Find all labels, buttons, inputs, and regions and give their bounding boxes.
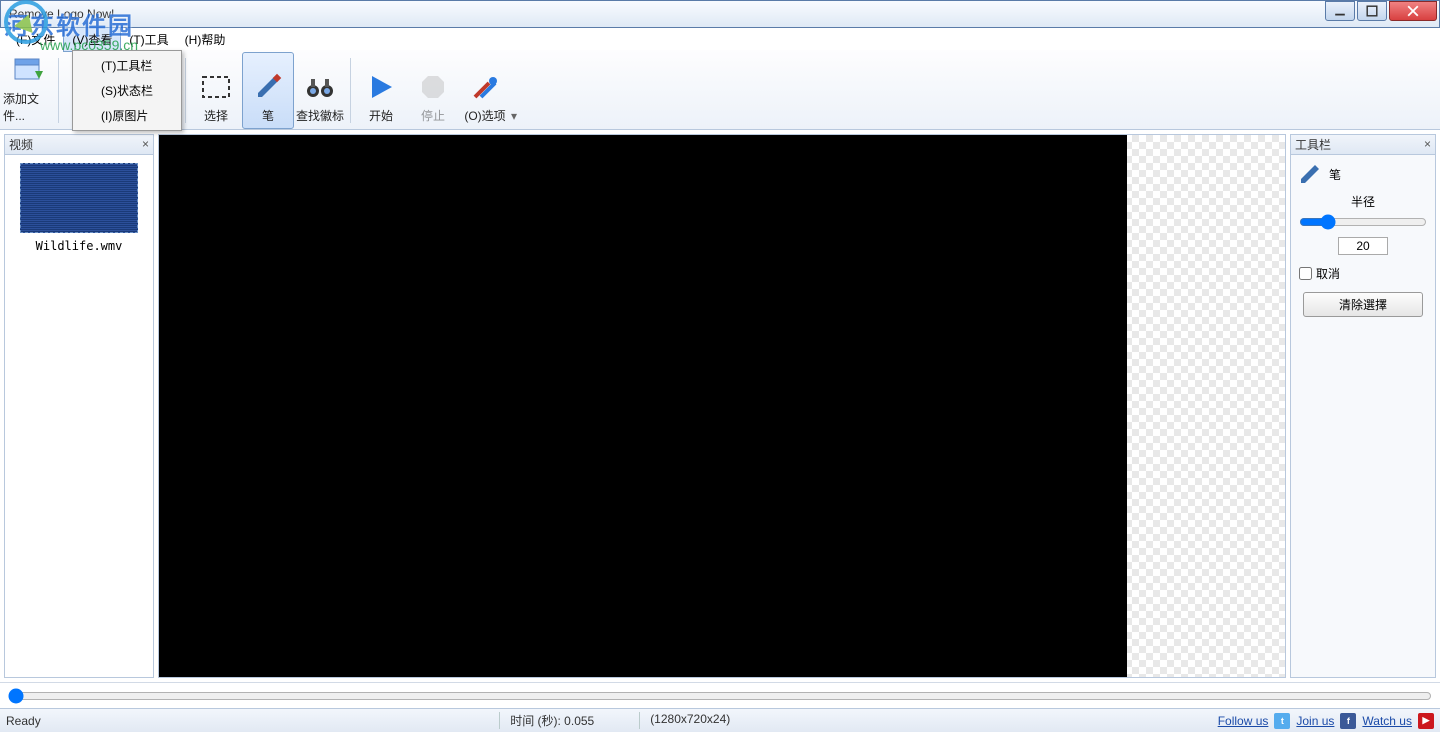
status-dimensions: (1280x720x24) — [639, 712, 759, 729]
panel-close-icon[interactable]: × — [1424, 137, 1431, 151]
stop-button: 停止 — [407, 52, 459, 129]
toolbar-separator — [185, 58, 186, 123]
tool-panel-header: 工具栏 × — [1291, 135, 1435, 155]
dropdown-item-toolbar[interactable]: (T)工具栏 — [75, 53, 179, 78]
menu-view-dropdown: (T)工具栏 (S)状态栏 (I)原图片 — [72, 50, 182, 131]
add-file-icon — [12, 54, 44, 86]
menu-file[interactable]: (F)文件 — [8, 28, 63, 51]
window-title: Remove Logo Now! — [9, 7, 114, 21]
seek-slider[interactable] — [8, 688, 1432, 704]
window-titlebar: Remove Logo Now! — [0, 0, 1440, 28]
close-button[interactable] — [1389, 1, 1437, 21]
select-marquee-button[interactable]: 选择 — [190, 52, 242, 129]
toolbar-panel: 工具栏 × 笔 半径 取消 清除選擇 — [1290, 134, 1436, 678]
dropdown-item-statusbar[interactable]: (S)状态栏 — [75, 78, 179, 103]
pen-icon — [1299, 163, 1321, 185]
youtube-icon[interactable]: ▶ — [1418, 713, 1434, 729]
tools-icon — [469, 71, 501, 103]
video-filename: Wildlife.wmv — [13, 239, 145, 253]
status-time: 时间 (秒): 0.055 — [499, 712, 619, 729]
toolbar-separator — [58, 58, 59, 123]
seek-bar-row — [0, 682, 1440, 708]
pen-icon — [252, 71, 284, 103]
stop-icon — [417, 71, 449, 103]
video-frame — [159, 135, 1127, 677]
pen-tool-label: 笔 — [1329, 166, 1341, 183]
menu-help[interactable]: (H)帮助 — [177, 28, 234, 51]
statusbar: Ready 时间 (秒): 0.055 (1280x720x24) Follow… — [0, 708, 1440, 732]
cancel-label: 取消 — [1316, 265, 1340, 282]
options-button[interactable]: (O)选项 — [459, 52, 511, 129]
pen-tool-button[interactable]: 笔 — [242, 52, 294, 129]
video-list-panel: 视频 × Wildlife.wmv — [4, 134, 154, 678]
radius-label: 半径 — [1299, 193, 1427, 210]
marquee-icon — [200, 71, 232, 103]
binoculars-icon — [304, 71, 336, 103]
start-button[interactable]: 开始 — [355, 52, 407, 129]
cancel-checkbox[interactable] — [1299, 267, 1312, 280]
menu-tools[interactable]: (T)工具 — [121, 28, 176, 51]
minimize-button[interactable] — [1325, 1, 1355, 21]
panel-close-icon[interactable]: × — [142, 137, 149, 151]
clear-selection-button[interactable]: 清除選擇 — [1303, 292, 1423, 317]
video-panel-header: 视频 × — [5, 135, 153, 155]
menu-view[interactable]: (V)查看 — [63, 27, 121, 52]
main-toolbar: 添加文件... 常 (O)放小 选择 笔 查找徽标 — [0, 50, 1440, 130]
join-us-link[interactable]: Join us — [1296, 714, 1334, 728]
watch-us-link[interactable]: Watch us — [1362, 714, 1412, 728]
radius-input[interactable] — [1338, 237, 1388, 255]
twitter-icon[interactable]: t — [1274, 713, 1290, 729]
add-file-button[interactable]: 添加文件... — [2, 52, 54, 129]
video-thumbnail[interactable] — [20, 163, 138, 233]
menubar: (F)文件 (V)查看 (T)工具 (H)帮助 (T)工具栏 (S)状态栏 (I… — [0, 28, 1440, 50]
find-logo-button[interactable]: 查找徽标 — [294, 52, 346, 129]
play-icon — [365, 71, 397, 103]
dropdown-item-original[interactable]: (I)原图片 — [75, 103, 179, 128]
workspace: 视频 × Wildlife.wmv 工具栏 × 笔 半径 — [0, 130, 1440, 682]
maximize-button[interactable] — [1357, 1, 1387, 21]
canvas-area[interactable] — [158, 134, 1286, 678]
radius-slider[interactable] — [1299, 214, 1427, 230]
toolbar-separator — [350, 58, 351, 123]
toolbar-overflow-arrow[interactable]: ▾ — [511, 52, 521, 129]
follow-us-link[interactable]: Follow us — [1218, 714, 1269, 728]
status-ready: Ready — [6, 714, 41, 728]
facebook-icon[interactable]: f — [1340, 713, 1356, 729]
thumbnail-list: Wildlife.wmv — [5, 155, 153, 677]
